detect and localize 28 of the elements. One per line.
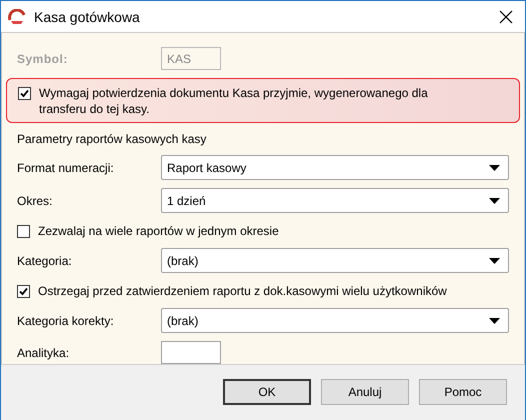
dropdown-arrow-icon <box>489 258 500 264</box>
window-title: Kasa gotówkowa <box>34 8 141 24</box>
field-label: Kategoria: <box>17 254 73 268</box>
dropdown[interactable]: (brak) <box>161 248 509 273</box>
section-title: Parametry raportów kasowych kasy <box>17 131 208 147</box>
dropdown[interactable]: Raport kasowy <box>161 155 509 180</box>
dialog-button[interactable]: OK <box>223 378 311 404</box>
text-field[interactable] <box>161 341 221 364</box>
dropdown-arrow-icon <box>489 198 500 204</box>
field-label: Okres: <box>17 194 54 208</box>
checkbox[interactable] <box>18 87 31 100</box>
app-logo-icon <box>8 8 26 24</box>
dialog-button[interactable]: Pomoc <box>419 378 507 404</box>
dropdown[interactable]: 1 dzień <box>161 188 509 213</box>
checkbox[interactable] <box>17 225 30 238</box>
field-label: Analityka: <box>17 346 70 360</box>
checkbox[interactable] <box>17 285 30 298</box>
dropdown[interactable]: (brak) <box>161 308 509 333</box>
field-label: Kategoria korekty: <box>17 314 115 328</box>
field-label: Format numeracji: <box>17 160 115 174</box>
checkbox-label: Wymagaj potwierdzenia dokumentu Kasa przyjmie, wygenerowanego dla transferu do tej kasy. <box>39 85 429 117</box>
checkbox-label: Ostrzegaj przed zatwierdzeniem raportu z dok.kasowymi wielu użytkowników <box>38 283 447 299</box>
dropdown-arrow-icon <box>489 164 500 170</box>
checkbox-label: Zezwalaj na wiele raportów w jednym okresie <box>38 223 279 239</box>
dropdown-arrow-icon <box>489 318 500 324</box>
dialog-button[interactable]: Anuluj <box>321 378 409 404</box>
field-label: Symbol: <box>17 52 69 66</box>
close-icon <box>499 10 513 24</box>
